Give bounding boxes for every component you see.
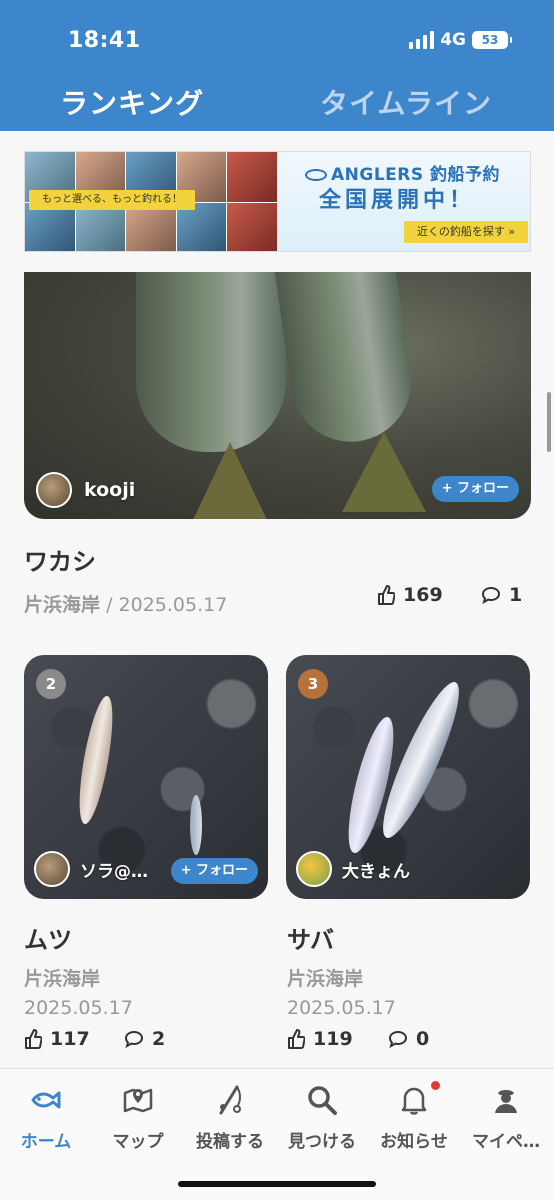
featured-fish-name[interactable]: ワカシ bbox=[24, 542, 96, 577]
home-indicator bbox=[178, 1181, 376, 1187]
avatar[interactable] bbox=[34, 851, 70, 887]
card-spot[interactable]: 片浜海岸 bbox=[24, 964, 100, 991]
card-date: 2025.05.17 bbox=[287, 997, 396, 1019]
tab-home[interactable]: ホーム bbox=[0, 1083, 92, 1152]
map-icon bbox=[123, 1088, 153, 1113]
follow-button[interactable]: + フォロー bbox=[170, 858, 258, 884]
avatar[interactable] bbox=[36, 472, 72, 508]
featured-spot[interactable]: 片浜海岸 bbox=[24, 594, 100, 616]
status-indicators: 4G 53 bbox=[409, 30, 512, 50]
fish-icon bbox=[31, 1091, 61, 1109]
signal-icon bbox=[409, 31, 435, 49]
fish-image-1 bbox=[136, 272, 286, 452]
ranking-card-2[interactable]: 2 ソラ@… + フォロー bbox=[24, 655, 268, 899]
banner-text-area: ANGLERS 釣船予約 全国展開中！ 近くの釣船を探す » bbox=[277, 152, 530, 251]
tab-mypage-label: マイペ… bbox=[472, 1132, 540, 1152]
fish-tail-2 bbox=[342, 432, 426, 512]
like-icon bbox=[378, 585, 395, 605]
comment-icon bbox=[124, 1030, 144, 1048]
fish-image-2 bbox=[273, 272, 419, 450]
tab-home-label: ホーム bbox=[20, 1132, 72, 1152]
search-icon bbox=[308, 1086, 337, 1115]
fish-logo-icon bbox=[305, 169, 327, 181]
tab-find-label: 見つける bbox=[288, 1132, 356, 1152]
user-icon bbox=[495, 1090, 517, 1113]
status-time: 18:41 bbox=[68, 28, 141, 53]
featured-post-image[interactable]: kooji + フォロー bbox=[24, 272, 531, 519]
card-username[interactable]: 大きょん bbox=[342, 857, 410, 882]
card-fish-name[interactable]: ムツ bbox=[24, 920, 72, 955]
rank-badge: 3 bbox=[298, 669, 328, 699]
card-likes[interactable]: 119 bbox=[287, 1028, 353, 1050]
card-likes[interactable]: 117 bbox=[24, 1028, 90, 1050]
card-comments[interactable]: 2 bbox=[124, 1028, 165, 1050]
featured-meta: 片浜海岸 / 2025.05.17 bbox=[24, 590, 227, 617]
fish-tail-1 bbox=[192, 442, 268, 519]
tab-map-label: マップ bbox=[112, 1132, 164, 1152]
card-username[interactable]: ソラ@… bbox=[80, 857, 148, 882]
card-user[interactable]: 大きょん bbox=[296, 851, 410, 887]
network-type: 4G bbox=[440, 30, 466, 50]
card-spot[interactable]: 片浜海岸 bbox=[287, 964, 363, 991]
like-icon bbox=[25, 1029, 42, 1049]
comment-icon bbox=[388, 1030, 408, 1048]
fishing-rod-icon bbox=[219, 1085, 241, 1115]
featured-comments[interactable]: 1 bbox=[481, 584, 522, 606]
follow-button[interactable]: + フォロー bbox=[431, 476, 519, 502]
banner-tagline: もっと選べる、もっと釣れる！ bbox=[29, 190, 195, 210]
like-icon bbox=[288, 1029, 305, 1049]
tab-timeline[interactable]: タイムライン bbox=[320, 82, 492, 122]
meta-separator: / bbox=[106, 594, 113, 616]
card-comments[interactable]: 0 bbox=[388, 1028, 429, 1050]
card-date: 2025.05.17 bbox=[24, 997, 133, 1019]
banner-headline: 全国展開中！ bbox=[319, 188, 476, 213]
app-header: 18:41 4G 53 ランキング タイムライン bbox=[0, 0, 554, 131]
tab-post[interactable]: 投稿する bbox=[184, 1083, 276, 1152]
bottom-tab-bar: ホーム マップ 投稿する 見つける お知らせ マイペ… bbox=[0, 1068, 554, 1200]
notification-badge bbox=[431, 1081, 440, 1090]
tab-notifications[interactable]: お知らせ bbox=[368, 1081, 460, 1152]
featured-username[interactable]: kooji bbox=[84, 479, 135, 501]
top-tabs: ランキング タイムライン bbox=[0, 82, 554, 122]
card-fish-name[interactable]: サバ bbox=[287, 920, 334, 955]
comment-count: 1 bbox=[509, 584, 523, 606]
ranking-card-3[interactable]: 3 大きょん bbox=[286, 655, 530, 899]
featured-user[interactable]: kooji bbox=[36, 472, 135, 508]
fish-image bbox=[72, 693, 120, 827]
card-user[interactable]: ソラ@… bbox=[34, 851, 148, 887]
status-bar: 18:41 4G 53 bbox=[0, 0, 554, 78]
featured-date: 2025.05.17 bbox=[118, 594, 228, 616]
tab-find[interactable]: 見つける bbox=[276, 1083, 368, 1152]
featured-likes[interactable]: 169 bbox=[377, 584, 443, 606]
like-count: 169 bbox=[403, 584, 443, 606]
tab-ranking[interactable]: ランキング bbox=[60, 82, 204, 122]
comment-count: 0 bbox=[416, 1028, 430, 1050]
scrollbar[interactable] bbox=[547, 392, 551, 452]
comment-count: 2 bbox=[152, 1028, 166, 1050]
like-count: 119 bbox=[313, 1028, 353, 1050]
comment-icon bbox=[481, 586, 501, 604]
rank-badge: 2 bbox=[36, 669, 66, 699]
tab-map[interactable]: マップ bbox=[92, 1083, 184, 1152]
ad-banner[interactable]: もっと選べる、もっと釣れる！ ANGLERS 釣船予約 全国展開中！ 近くの釣船… bbox=[24, 151, 531, 252]
battery-icon: 53 bbox=[472, 31, 512, 49]
banner-cta-button[interactable]: 近くの釣船を探す » bbox=[404, 221, 528, 243]
tab-notifications-label: お知らせ bbox=[380, 1132, 448, 1152]
like-count: 117 bbox=[50, 1028, 90, 1050]
lure-image bbox=[190, 795, 202, 855]
avatar[interactable] bbox=[296, 851, 332, 887]
tab-post-label: 投稿する bbox=[196, 1132, 264, 1152]
tab-mypage[interactable]: マイペ… bbox=[460, 1083, 552, 1152]
bell-icon bbox=[401, 1087, 427, 1115]
